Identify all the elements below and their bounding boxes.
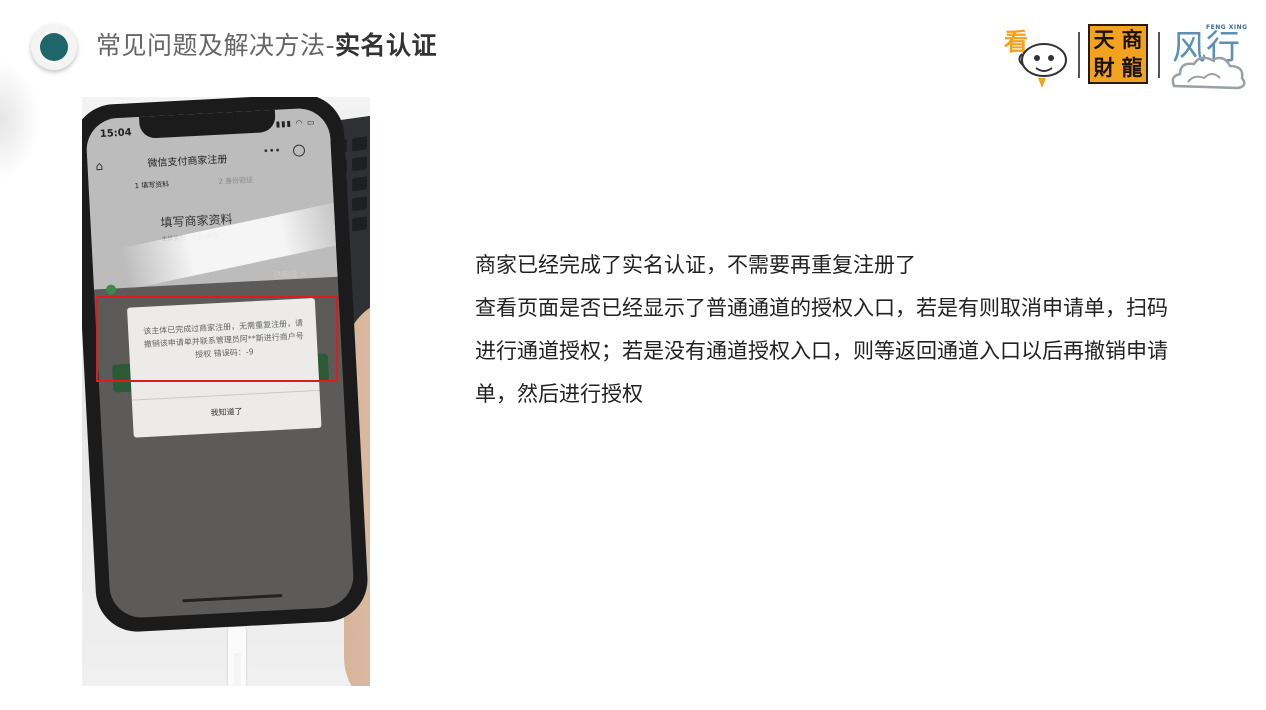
- kan-logo-icon: 看: [1004, 28, 1067, 88]
- cloud-icon: [1171, 56, 1246, 90]
- tsl-logo-char: 財: [1093, 55, 1115, 80]
- tsl-logo: 天 商 財 龍: [1088, 24, 1148, 84]
- tsl-logo-char: 龍: [1121, 55, 1143, 80]
- step-verify-identity: 2 身份验证: [218, 176, 254, 186]
- slide-edge-shadow: [0, 60, 40, 180]
- status-clock: 15:04: [99, 127, 132, 140]
- completed-label[interactable]: 已完成 >: [273, 268, 307, 281]
- charging-cable-wire: [234, 653, 241, 686]
- logo-separator: [1078, 32, 1080, 78]
- check-icon: [105, 284, 117, 295]
- error-highlight-box: [96, 296, 338, 382]
- fengxing-logo-subtext: FENG XING: [1206, 24, 1248, 31]
- tsl-logo-char: 天: [1093, 27, 1115, 52]
- step-fill-info: 1 填写资料: [134, 180, 170, 191]
- explanation-line-1: 商家已经完成了实名认证，不需要再重复注册了: [475, 253, 916, 277]
- page-title: 常见问题及解决方法-实名认证: [96, 26, 437, 62]
- home-icon[interactable]: ⌂: [95, 159, 103, 173]
- logo-separator: [1158, 32, 1160, 78]
- home-indicator: [182, 594, 283, 603]
- title-bullet-core: [40, 33, 68, 61]
- dialog-ok-button[interactable]: 我知道了: [132, 402, 320, 423]
- page-title-bold: 实名认证: [335, 31, 438, 60]
- title-bullet-icon: [31, 24, 77, 70]
- brand-logos: 看 天 商 財 龍 风行 FENG XING: [1000, 18, 1252, 94]
- explanation-text: 商家已经完成了实名认证，不需要再重复注册了 查看页面是否已经显示了普通通道的授权…: [475, 244, 1185, 416]
- explanation-line-2: 查看页面是否已经显示了普通通道的授权入口，若是有则取消申请单，扫码进行通道授权；…: [475, 296, 1168, 406]
- more-icon[interactable]: •••: [263, 146, 281, 158]
- fengxing-logo: 风行 FENG XING: [1168, 18, 1250, 92]
- dialog-divider: [131, 389, 320, 401]
- phone-photo: 15:04 ▮▮▮ ◠ ▭ ⌂ 微信支付商家注册 ••• 1 填写资料 2 身份…: [82, 97, 370, 686]
- tsl-logo-char: 商: [1121, 27, 1143, 52]
- page-title-prefix: 常见问题及解决方法-: [96, 31, 336, 60]
